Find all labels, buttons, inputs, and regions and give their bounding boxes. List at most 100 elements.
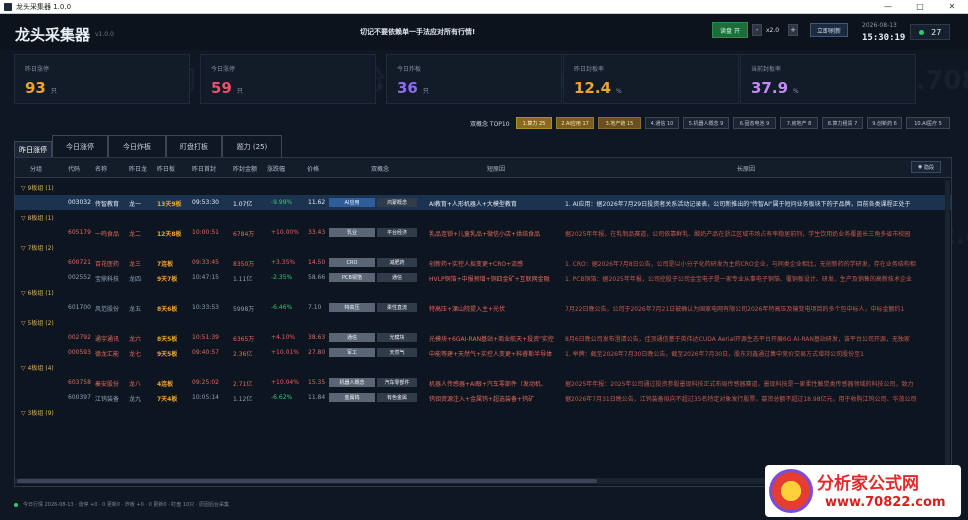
group-header[interactable]: ▽ 5板组 (2) <box>15 315 951 329</box>
concept-tag[interactable]: 军工 <box>329 348 375 357</box>
concept-tag[interactable]: 乳业 <box>329 228 375 237</box>
column-header[interactable]: 昨日龙 <box>129 164 147 173</box>
cell-chg: +10.01% <box>271 349 299 356</box>
stat-unit: % <box>793 88 799 95</box>
cell-name: 风范股份 <box>95 306 120 313</box>
minimize-button[interactable]: — <box>872 2 904 11</box>
app-header: 龙头采集器 v1.0.0 切记不要依赖单一手法应对所有行情! 读盘 开 - x2… <box>0 14 968 50</box>
tab-5[interactable]: 题力 (25) <box>222 135 282 157</box>
concept-chip[interactable]: 3.地产链 15 <box>598 117 641 129</box>
concept-tag[interactable]: 有色金属 <box>377 393 417 402</box>
table-row[interactable]: 002792 通宇通讯 龙六 8天5板 10:51:39 6365万 +4.10% 38.63… <box>15 330 951 345</box>
concept-tag[interactable]: 天然气 <box>377 348 417 357</box>
concept-tag[interactable]: 金属钨 <box>329 393 375 402</box>
concept-chip[interactable]: 4.通信 10 <box>645 117 679 129</box>
concept-tag[interactable]: 机器人概念 <box>329 378 375 387</box>
cell-short: 特高压+溧山院提入主+光伏 <box>429 306 506 313</box>
concept-chip[interactable]: 2.AI应用 17 <box>556 117 594 129</box>
group-header[interactable]: ▽ 7板组 (2) <box>15 240 951 254</box>
auto-read-toggle[interactable]: 读盘 开 <box>712 22 748 38</box>
maximize-button[interactable]: □ <box>904 2 936 11</box>
group-header[interactable]: ▽ 9板组 (1) <box>15 180 951 194</box>
tab-3[interactable]: 今日炸板 <box>108 135 166 157</box>
group-header[interactable]: ▽ 6板组 (1) <box>15 285 951 299</box>
column-header[interactable]: 长原因 <box>737 164 755 173</box>
stat-unit: 只 <box>236 88 243 95</box>
concept-chip[interactable]: 6.固态电池 9 <box>733 117 776 129</box>
stat-value: 12.4% <box>574 79 622 97</box>
column-header[interactable]: 双概念 <box>371 164 389 173</box>
concept-tag[interactable]: 平台经济 <box>377 228 417 237</box>
cell-amount: 6365万 <box>233 336 255 343</box>
speed-increase-button[interactable]: + <box>788 24 798 36</box>
concept-tag[interactable]: 通信 <box>329 333 375 342</box>
close-button[interactable]: ✕ <box>936 2 968 11</box>
group-header[interactable]: ▽ 4板组 (4) <box>15 360 951 374</box>
column-header[interactable]: 名称 <box>95 164 107 173</box>
tab-1[interactable]: 昨日涨停 <box>14 141 52 157</box>
concept-chip[interactable]: 7.房地产 8 <box>780 117 818 129</box>
group-header[interactable]: ▽ 8板组 (1) <box>15 210 951 224</box>
table-row[interactable]: 601700 风范股份 龙五 8天6板 10:33:53 5998万 -6.46% 7.10 特… <box>15 300 951 315</box>
concept-tag[interactable]: 特高压 <box>329 303 375 312</box>
column-header[interactable]: 短原因 <box>487 164 505 173</box>
table-row[interactable]: 003032 传智教育 龙一 13天9板 09:53:30 1.07亿 -9.99% 11.6… <box>15 195 951 210</box>
column-header[interactable]: 价格 <box>307 164 319 173</box>
column-header[interactable]: 昨日板 <box>157 164 175 173</box>
cell-long: 7月22日晚公告，公司于2026年7月21日被确认为国家电网有限公司2026年特… <box>565 306 905 313</box>
concept-tag[interactable]: PCB铜箔 <box>329 273 375 282</box>
concept-tag[interactable]: 光模块 <box>377 333 417 342</box>
status-dot-icon <box>918 29 924 35</box>
concept-tag[interactable]: 通信 <box>377 273 417 282</box>
concept-chip[interactable]: 10.AI医疗 5 <box>906 117 950 129</box>
concept-tag[interactable]: 柔性直流 <box>377 303 417 312</box>
stat-card: 当前封板率 37.9% <box>740 54 916 104</box>
table-row[interactable]: 605179 一鸣食品 龙二 12天8板 10:00:51 6784万 +10.00% 33.… <box>15 225 951 240</box>
scroll-thumb[interactable] <box>17 479 597 483</box>
table-row[interactable]: 000593 德龙汇能 龙七 9天5板 09:40:57 2.36亿 +10.01% 27.8… <box>15 345 951 360</box>
refresh-now-button[interactable]: 立即刷新 <box>810 23 848 37</box>
table-row[interactable]: 600721 百花医药 龙三 7连板 09:33:45 8350万 +3.35% 14.50 创… <box>15 255 951 270</box>
speed-value: x2.0 <box>766 27 780 34</box>
concept-tag[interactable]: CRO <box>329 258 375 267</box>
hide-columns-button[interactable]: ◉ 隐段 <box>911 161 941 173</box>
concept-tag[interactable]: 汽车零部件 <box>377 378 417 387</box>
table-row[interactable]: 600397 江钨装备 龙九 7天4板 10:05:14 1.12亿 -6.62% 11.84… <box>15 390 951 405</box>
concept-chip[interactable]: 5.机器人概念 9 <box>683 117 729 129</box>
concept-chip[interactable]: 1.算力 25 <box>516 117 552 129</box>
stat-label: 昨日封板率 <box>574 66 605 73</box>
group-header[interactable]: ▽ 3板组 (9) <box>15 405 951 419</box>
concept-chip[interactable]: 8.算力租赁 7 <box>822 117 863 129</box>
cell-name: 江钨装备 <box>95 396 120 403</box>
column-header[interactable]: 代码 <box>68 164 80 173</box>
cell-amount: 1.11亿 <box>233 276 253 283</box>
table-row[interactable]: 002552 宝鼎科技 龙四 9天7板 10:47:15 1.11亿 -2.35% 58.66… <box>15 270 951 285</box>
concept-tag[interactable]: AI应用 <box>329 198 375 207</box>
cell-amount: 2.36亿 <box>233 351 253 358</box>
concept-chip[interactable]: 9.创新药 6 <box>867 117 902 129</box>
concept-tag[interactable]: 鸿蒙概念 <box>377 198 417 207</box>
column-header[interactable]: 分组 <box>30 164 42 173</box>
speed-decrease-button[interactable]: - <box>752 24 762 36</box>
hide-columns-label: 隐段 <box>923 164 934 171</box>
cell-board: 12天8板 <box>157 231 182 238</box>
cell-dragon: 龙八 <box>129 381 142 388</box>
vertical-scrollbar[interactable] <box>945 180 950 480</box>
column-header[interactable]: 昨封金额 <box>233 164 257 173</box>
cell-code: 002552 <box>68 274 91 281</box>
tab-2[interactable]: 今日涨停 <box>52 135 108 157</box>
tab-4[interactable]: 盯盘打板 <box>166 135 222 157</box>
cell-long: 据2025年年报，在乳制品赛道，公司依靠鲜乳、酸奶产品在浙江区域市场占有率稳居前… <box>565 231 911 238</box>
cell-name: 德龙汇能 <box>95 351 120 358</box>
concept-tag[interactable]: 减肥药 <box>377 258 417 267</box>
column-header[interactable]: 昨日首封 <box>192 164 216 173</box>
cell-board: 7连板 <box>157 261 174 268</box>
concepts-label: 双概念 TOP10 <box>470 121 510 128</box>
stock-table: ◉ 隐段 分组 代码 名称 昨日龙 昨日板 昨日首封 昨封金额 涨跌幅 价格 双概念 短原因 长原因 … <box>14 157 952 487</box>
slogan: 切记不要依赖单一手法应对所有行情! <box>360 28 476 36</box>
table-row[interactable]: 603758 秦安股份 龙八 4连板 09:25:02 2.71亿 +10.04% 15.35… <box>15 375 951 390</box>
stat-number: 36 <box>397 79 418 97</box>
cell-long: 1. AI应用：据2026年7月29日投资者关系活动记录表，公司新推出的"传智A… <box>565 201 911 208</box>
column-header[interactable]: 涨跌幅 <box>267 164 285 173</box>
cell-price: 15.35 <box>308 379 326 386</box>
